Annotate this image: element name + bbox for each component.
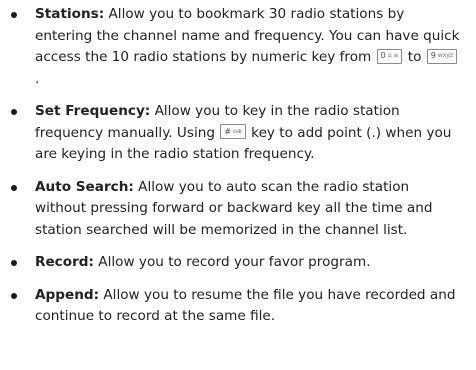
feature-description: to bbox=[403, 49, 426, 65]
feature-description: . bbox=[35, 70, 40, 87]
bullet-icon bbox=[11, 109, 17, 115]
feature-list: Stations: Allow you to bookmark 30 radio… bbox=[8, 4, 464, 328]
feature-term: Append: bbox=[35, 286, 100, 303]
list-item-auto-search: Auto Search: Allow you to auto scan the … bbox=[8, 177, 464, 242]
list-item-set-frequency: Set Frequency: Allow you to key in the r… bbox=[8, 101, 464, 166]
key-hash-icon: # ⌂⊕ bbox=[220, 124, 246, 139]
document-page: Stations: Allow you to bookmark 30 radio… bbox=[0, 0, 476, 370]
list-item-record: Record: Allow you to record your favor p… bbox=[8, 252, 464, 274]
feature-term: Stations: bbox=[35, 6, 105, 22]
bullet-icon bbox=[11, 292, 17, 299]
feature-term: Auto Search: bbox=[35, 178, 134, 195]
feature-term: Record: bbox=[35, 254, 94, 270]
key-0-icon: 0 ⌂ ≡ bbox=[376, 48, 403, 64]
list-item-stations: Stations: Allow you to bookmark 30 radio… bbox=[8, 4, 464, 90]
bullet-icon bbox=[11, 260, 17, 266]
list-item-append: Append: Allow you to resume the file you… bbox=[8, 285, 464, 328]
bullet-icon bbox=[11, 12, 17, 18]
feature-description: Allow you to record your favor program. bbox=[93, 254, 371, 270]
feature-description: Allow you to resume the file you have re… bbox=[35, 286, 456, 325]
key-9-icon: 9 wxyz bbox=[426, 48, 457, 64]
bullet-icon bbox=[11, 184, 17, 191]
feature-term: Set Frequency: bbox=[35, 103, 151, 119]
